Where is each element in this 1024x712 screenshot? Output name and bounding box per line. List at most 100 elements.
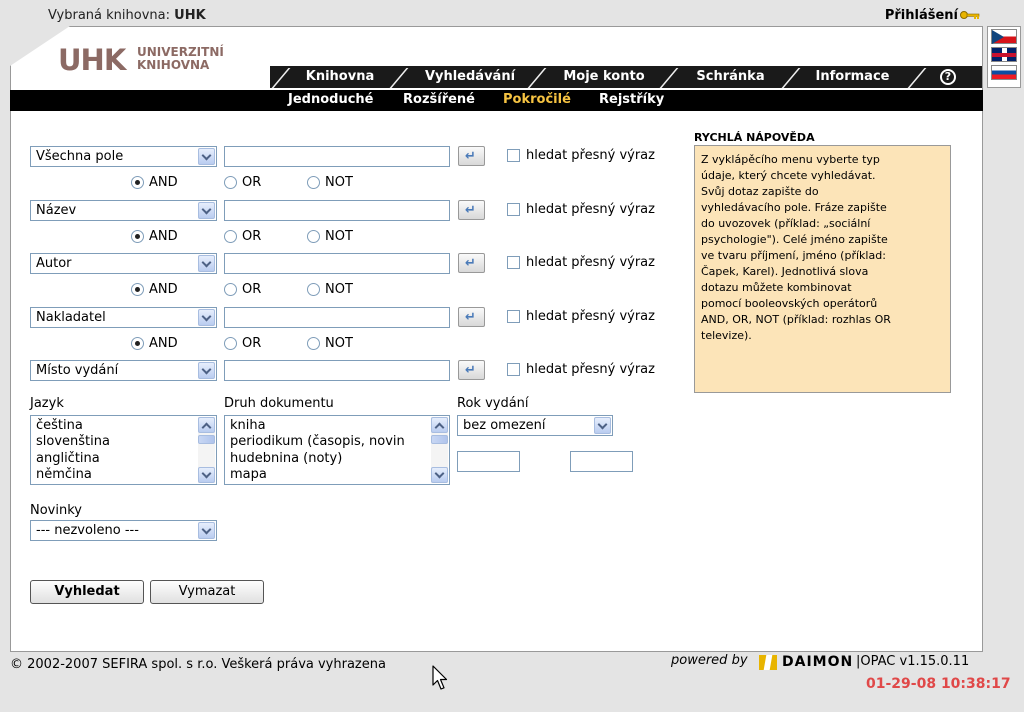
exact-checkbox[interactable]	[507, 363, 520, 376]
enter-button[interactable]: ↵	[458, 200, 485, 220]
tab-vyhledavani[interactable]: Vyhledávání	[410, 66, 530, 88]
tab-schranka[interactable]: Schránka	[678, 66, 783, 88]
operator-not-radio[interactable]	[307, 337, 320, 350]
search-input[interactable]	[224, 307, 450, 328]
field-select[interactable]: Místo vydání	[30, 360, 217, 381]
subtab-rejstriky[interactable]: Rejstříky	[599, 92, 664, 107]
operator-and-label: AND	[149, 229, 178, 244]
operator-or-label: OR	[242, 229, 262, 244]
scrollbar[interactable]	[198, 417, 215, 483]
list-item[interactable]: slovenština	[36, 434, 110, 450]
operator-and-label: AND	[149, 175, 178, 190]
uk-flag-icon[interactable]	[991, 47, 1017, 62]
list-item[interactable]: periodikum (časopis, novin	[230, 434, 405, 450]
nav-separator	[907, 68, 927, 88]
scroll-up-icon[interactable]	[431, 417, 448, 433]
help-line: ve tvaru příjmení, jméno (příklad:	[701, 249, 886, 262]
tab-knihovna[interactable]: Knihovna	[290, 66, 390, 88]
exact-label: hledat přesný výraz	[526, 362, 655, 377]
operator-or-radio[interactable]	[224, 337, 237, 350]
year-select[interactable]: bez omezení	[457, 415, 613, 436]
slovak-flag-icon[interactable]	[991, 65, 1017, 80]
powered-by: powered by	[671, 653, 748, 668]
clear-button[interactable]: Vymazat	[150, 580, 264, 604]
list-item[interactable]: hudebnina (noty)	[230, 451, 405, 467]
list-item[interactable]: kniha	[230, 418, 405, 434]
new-items-label: Novinky	[30, 503, 82, 518]
enter-button[interactable]: ↵	[458, 146, 485, 166]
scroll-thumb[interactable]	[431, 435, 448, 444]
scroll-thumb[interactable]	[198, 435, 215, 444]
subtab-rozsirene[interactable]: Rozšířené	[403, 92, 475, 107]
help-line: psychologie"). Celé jméno zapište	[701, 233, 888, 246]
exact-checkbox[interactable]	[507, 310, 520, 323]
year-from-input[interactable]	[457, 451, 520, 472]
field-select[interactable]: Nakladatel	[30, 307, 217, 328]
operator-and-radio[interactable]	[131, 337, 144, 350]
list-item[interactable]: němčina	[36, 467, 110, 483]
chevron-down-icon[interactable]	[198, 309, 215, 326]
opac-version: |OPAC v1.15.0.11	[856, 654, 970, 669]
search-input[interactable]	[224, 146, 450, 167]
chevron-down-icon[interactable]	[594, 417, 611, 434]
chevron-down-icon[interactable]	[198, 202, 215, 219]
field-select[interactable]: Autor	[30, 253, 217, 274]
help-line: do uvozovek (příklad: „sociální	[701, 217, 871, 230]
operator-not-radio[interactable]	[307, 176, 320, 189]
search-button[interactable]: Vyhledat	[30, 580, 144, 604]
exact-label: hledat přesný výraz	[526, 148, 655, 163]
enter-button[interactable]: ↵	[458, 253, 485, 273]
daimon-brand[interactable]: DAIMON	[782, 654, 853, 670]
operator-or-radio[interactable]	[224, 283, 237, 296]
operator-not-radio[interactable]	[307, 230, 320, 243]
chevron-down-icon[interactable]	[198, 522, 215, 539]
search-input[interactable]	[224, 360, 450, 381]
operator-and-radio[interactable]	[131, 283, 144, 296]
new-items-select[interactable]: --- nezvoleno ---	[30, 520, 217, 541]
tab-informace[interactable]: Informace	[800, 66, 905, 88]
exact-checkbox[interactable]	[507, 149, 520, 162]
selected-library-name: UHK	[174, 8, 206, 23]
operator-and-radio[interactable]	[131, 176, 144, 189]
scroll-down-icon[interactable]	[198, 467, 215, 483]
scroll-down-icon[interactable]	[431, 467, 448, 483]
year-to-input[interactable]	[570, 451, 633, 472]
list-item[interactable]: angličtina	[36, 451, 110, 467]
exact-label: hledat přesný výraz	[526, 255, 655, 270]
exact-checkbox[interactable]	[507, 256, 520, 269]
login-link[interactable]: Přihlášení	[885, 8, 958, 23]
help-icon[interactable]: ?	[940, 69, 956, 85]
chevron-down-icon[interactable]	[198, 255, 215, 272]
operator-or-radio[interactable]	[224, 230, 237, 243]
operator-and-label: AND	[149, 282, 178, 297]
list-item[interactable]: mapa	[230, 467, 405, 483]
field-select[interactable]: Název	[30, 200, 217, 221]
chevron-down-icon[interactable]	[198, 148, 215, 165]
doctype-listbox[interactable]: kniha periodikum (časopis, novin hudebni…	[224, 415, 450, 485]
search-input[interactable]	[224, 200, 450, 221]
enter-icon: ↵	[465, 310, 476, 325]
chevron-down-icon[interactable]	[198, 362, 215, 379]
scroll-up-icon[interactable]	[198, 417, 215, 433]
field-select[interactable]: Všechna pole	[30, 146, 217, 167]
czech-flag-icon[interactable]	[991, 29, 1017, 44]
key-icon[interactable]	[960, 10, 980, 20]
search-input[interactable]	[224, 253, 450, 274]
enter-button[interactable]: ↵	[458, 307, 485, 327]
list-item[interactable]: čeština	[36, 418, 110, 434]
mouse-cursor-icon	[432, 665, 448, 690]
subtab-jednoduche[interactable]: Jednoduché	[288, 92, 373, 107]
exact-label: hledat přesný výraz	[526, 309, 655, 324]
operator-not-radio[interactable]	[307, 283, 320, 296]
exact-checkbox[interactable]	[507, 203, 520, 216]
scrollbar[interactable]	[431, 417, 448, 483]
operator-or-radio[interactable]	[224, 176, 237, 189]
language-listbox[interactable]: čeština slovenština angličtina němčina	[30, 415, 217, 485]
subtab-pokrocile[interactable]: Pokročilé	[503, 92, 571, 107]
enter-button[interactable]: ↵	[458, 360, 485, 380]
daimon-logo-icon	[759, 655, 777, 670]
operator-and-radio[interactable]	[131, 230, 144, 243]
language-items: čeština slovenština angličtina němčina	[36, 418, 110, 483]
tab-moje-konto[interactable]: Moje konto	[548, 66, 660, 88]
help-line: AND, OR, NOT (příklad: rozhlas OR	[701, 313, 891, 326]
